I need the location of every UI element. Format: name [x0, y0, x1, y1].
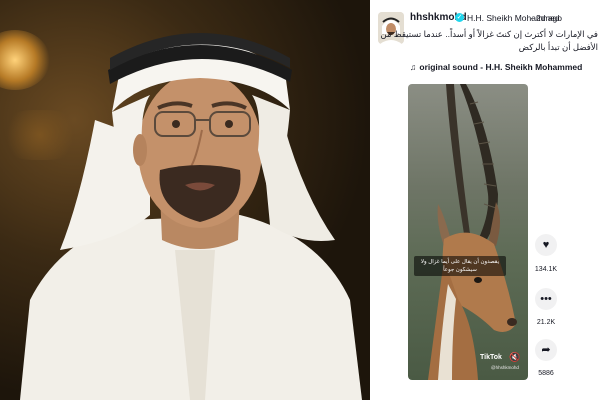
mute-icon[interactable]: 🔇: [509, 352, 520, 363]
share-arrow-icon: ➦: [541, 344, 551, 356]
comment-icon: •••: [540, 293, 552, 305]
tiktok-logo-icon: TikTok: [480, 354, 502, 361]
sound-link[interactable]: ♫ original sound - H.H. Sheikh Mohammed: [410, 62, 582, 72]
portrait-illustration: [20, 33, 362, 400]
video-player[interactable]: يقصدون أن يقال على أيما غزال ولا سيشكون …: [408, 84, 528, 380]
post-caption: في الإمارات لا أكترث إن كنتَ غزالاً أو أ…: [380, 29, 598, 52]
comment-count: 21.2K: [536, 319, 556, 326]
video-overlay-text: يقصدون أن يقال على أيما غزال ولا سيشكون …: [414, 256, 506, 276]
music-note-icon: ♫: [410, 62, 417, 72]
gazelle-video-frame: [428, 84, 517, 380]
comment-button[interactable]: •••: [535, 288, 557, 310]
heart-icon: ♥: [542, 239, 550, 251]
like-button[interactable]: ♥: [535, 234, 557, 256]
tiktok-post: hhshkmohd ✓ H.H. Sheikh Mohammed · 2d ag…: [370, 0, 600, 400]
background-bokeh: [0, 110, 80, 160]
portrait-photo: [0, 0, 370, 400]
like-count: 134.1K: [534, 266, 558, 273]
share-count: 5886: [538, 370, 554, 377]
sound-label: original sound - H.H. Sheikh Mohammed: [419, 62, 583, 72]
separator-dot: ·: [530, 13, 533, 23]
watermark-handle: @hhshkmohd: [491, 365, 519, 370]
verified-badge-icon: ✓: [455, 13, 464, 22]
share-button[interactable]: ➦: [535, 339, 557, 361]
post-time: 2d ago: [536, 13, 562, 23]
